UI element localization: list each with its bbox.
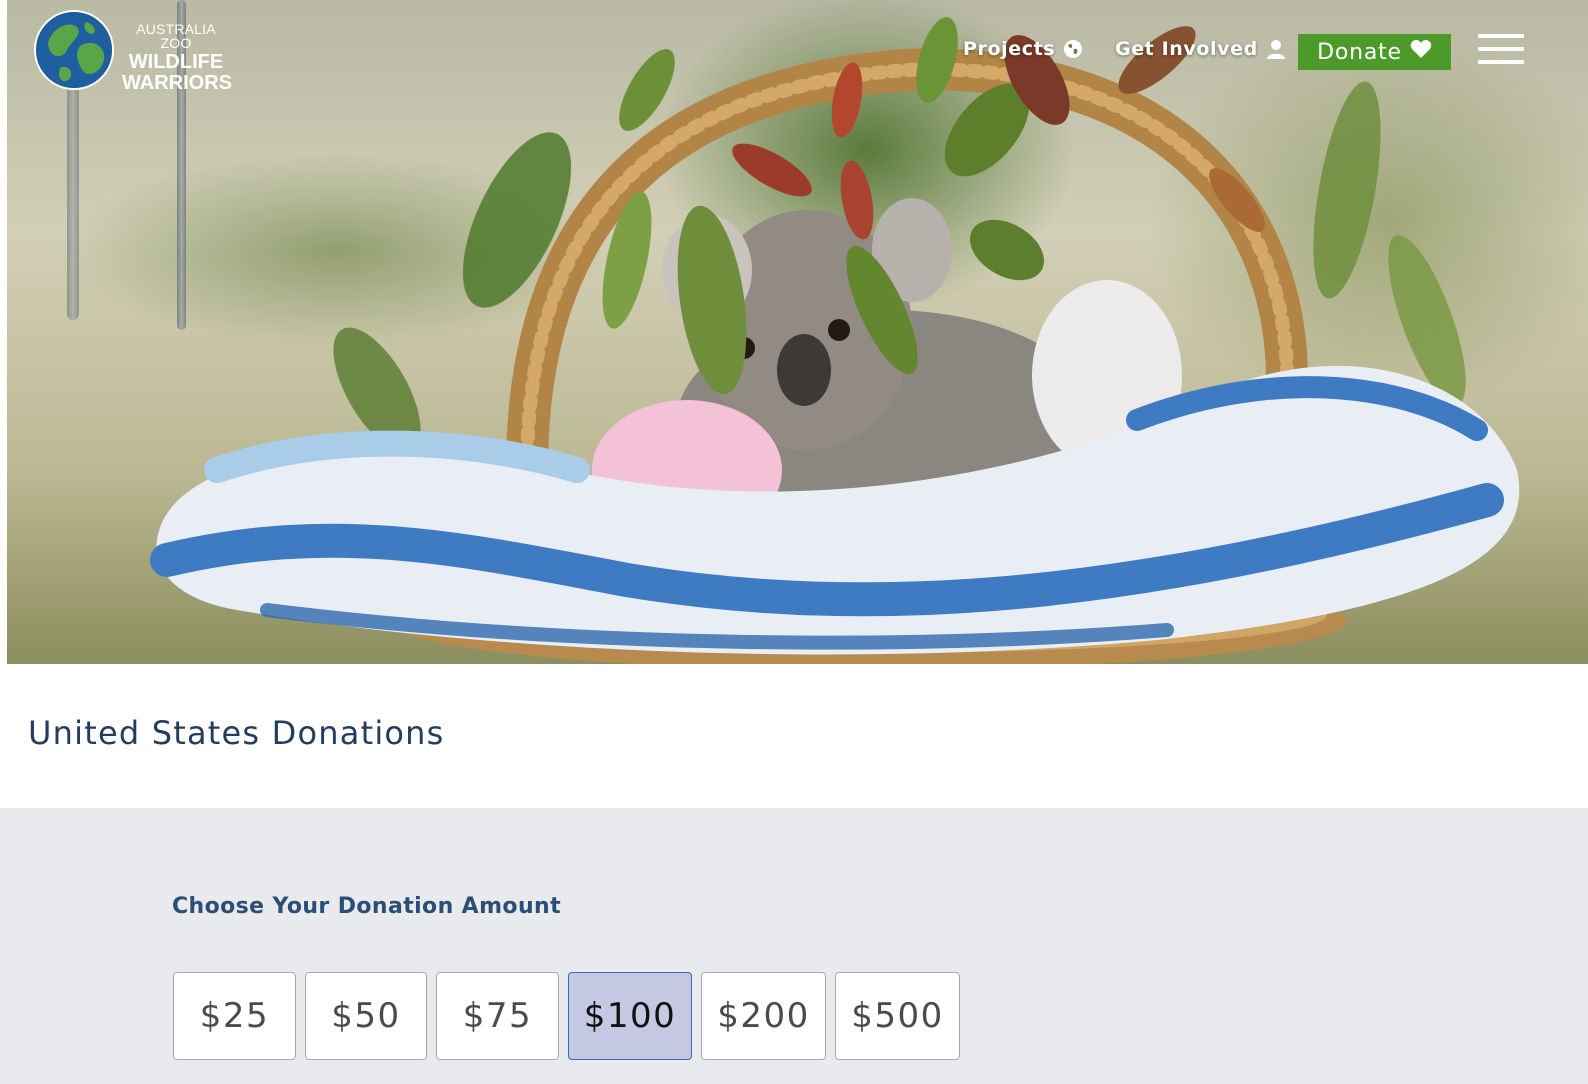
amount-option-100-selected[interactable]: $100 — [568, 972, 692, 1060]
donation-amount-heading: Choose Your Donation Amount — [172, 894, 561, 919]
nav-projects-label: Projects — [963, 38, 1056, 60]
heart-icon — [1410, 39, 1432, 65]
donate-button-label: Donate — [1317, 39, 1402, 65]
amount-option-500[interactable]: $500 — [835, 972, 960, 1060]
logo-wordmark: AUSTRALIA ZOO WILDLIFE WARRIORS — [122, 21, 232, 94]
nav-get-involved-link[interactable]: Get Involved — [1115, 38, 1286, 60]
koala-photo — [150, 17, 1520, 664]
logo-line-1: AUSTRALIA ZOO — [136, 21, 216, 51]
menu-hamburger-icon[interactable] — [1478, 34, 1526, 68]
site-logo[interactable]: AUSTRALIA ZOO WILDLIFE WARRIORS — [34, 10, 234, 94]
donation-section: Choose Your Donation Amount $25 $50 $75 … — [0, 808, 1588, 1084]
donate-button[interactable]: Donate — [1298, 34, 1451, 70]
page-title: United States Donations — [28, 714, 445, 752]
amount-option-75[interactable]: $75 — [436, 972, 559, 1060]
person-icon — [1266, 39, 1286, 59]
amount-option-25[interactable]: $25 — [173, 972, 296, 1060]
logo-line-2: WILDLIFE — [128, 51, 224, 73]
amount-option-200[interactable]: $200 — [701, 972, 826, 1060]
hero-image — [7, 0, 1588, 664]
nav-projects-link[interactable]: Projects — [963, 38, 1083, 60]
globe-icon — [1063, 39, 1083, 59]
amount-option-50[interactable]: $50 — [305, 972, 427, 1060]
globe-logo-icon — [34, 10, 114, 90]
nav-get-involved-label: Get Involved — [1115, 38, 1258, 60]
logo-line-3: WARRIORS — [122, 72, 232, 94]
